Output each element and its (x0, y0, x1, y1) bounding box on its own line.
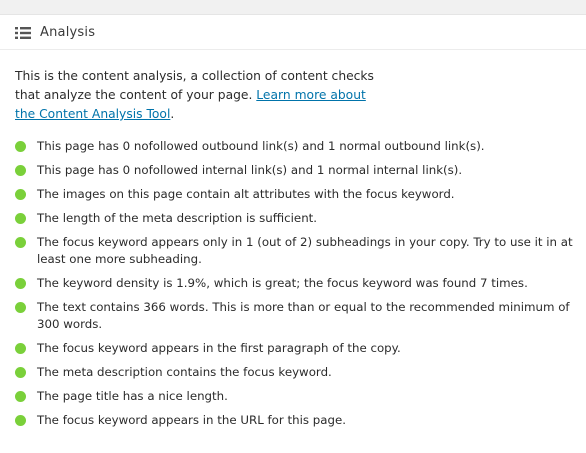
status-good-icon (15, 302, 26, 313)
analysis-result-item: The page title has a nice length. (0, 388, 586, 405)
analysis-result-text: The focus keyword appears in the first p… (37, 341, 401, 355)
analysis-result-item: The keyword density is 1.9%, which is gr… (0, 275, 586, 292)
analysis-result-text: The text contains 366 words. This is mor… (37, 300, 570, 331)
status-good-icon (15, 165, 26, 176)
status-good-icon (15, 278, 26, 289)
analysis-result-item: The focus keyword appears in the URL for… (0, 412, 586, 429)
status-good-icon (15, 415, 26, 426)
status-good-icon (15, 237, 26, 248)
status-good-icon (15, 189, 26, 200)
analysis-result-text: The focus keyword appears in the URL for… (37, 413, 346, 427)
analysis-result-text: The meta description contains the focus … (37, 365, 332, 379)
analysis-result-text: This page has 0 nofollowed internal link… (37, 163, 463, 177)
analysis-result-text: The keyword density is 1.9%, which is gr… (37, 276, 528, 290)
analysis-result-text: This page has 0 nofollowed outbound link… (37, 139, 485, 153)
status-good-icon (15, 213, 26, 224)
analysis-results-list: This page has 0 nofollowed outbound link… (0, 138, 586, 429)
analysis-result-item: The focus keyword appears in the first p… (0, 340, 586, 357)
status-good-icon (15, 367, 26, 378)
analysis-result-text: The page title has a nice length. (37, 389, 228, 403)
analysis-result-item: This page has 0 nofollowed internal link… (0, 162, 586, 179)
analysis-result-item: The focus keyword appears only in 1 (out… (0, 234, 586, 268)
analysis-header[interactable]: Analysis (0, 15, 586, 50)
intro-suffix: . (170, 107, 175, 121)
analysis-result-item: The text contains 366 words. This is mor… (0, 299, 586, 333)
analysis-result-text: The images on this page contain alt attr… (37, 187, 455, 201)
list-icon (15, 25, 31, 39)
intro-paragraph: This is the content analysis, a collecti… (15, 67, 385, 124)
analysis-result-text: The length of the meta description is su… (37, 211, 318, 225)
analysis-result-item: The images on this page contain alt attr… (0, 186, 586, 203)
analysis-panel: Analysis This is the content analysis, a… (0, 14, 586, 453)
analysis-result-item: The meta description contains the focus … (0, 364, 586, 381)
analysis-result-item: The length of the meta description is su… (0, 210, 586, 227)
status-good-icon (15, 141, 26, 152)
analysis-title: Analysis (40, 24, 96, 40)
analysis-result-text: The focus keyword appears only in 1 (out… (37, 235, 573, 266)
status-good-icon (15, 343, 26, 354)
status-good-icon (15, 391, 26, 402)
analysis-result-item: This page has 0 nofollowed outbound link… (0, 138, 586, 155)
